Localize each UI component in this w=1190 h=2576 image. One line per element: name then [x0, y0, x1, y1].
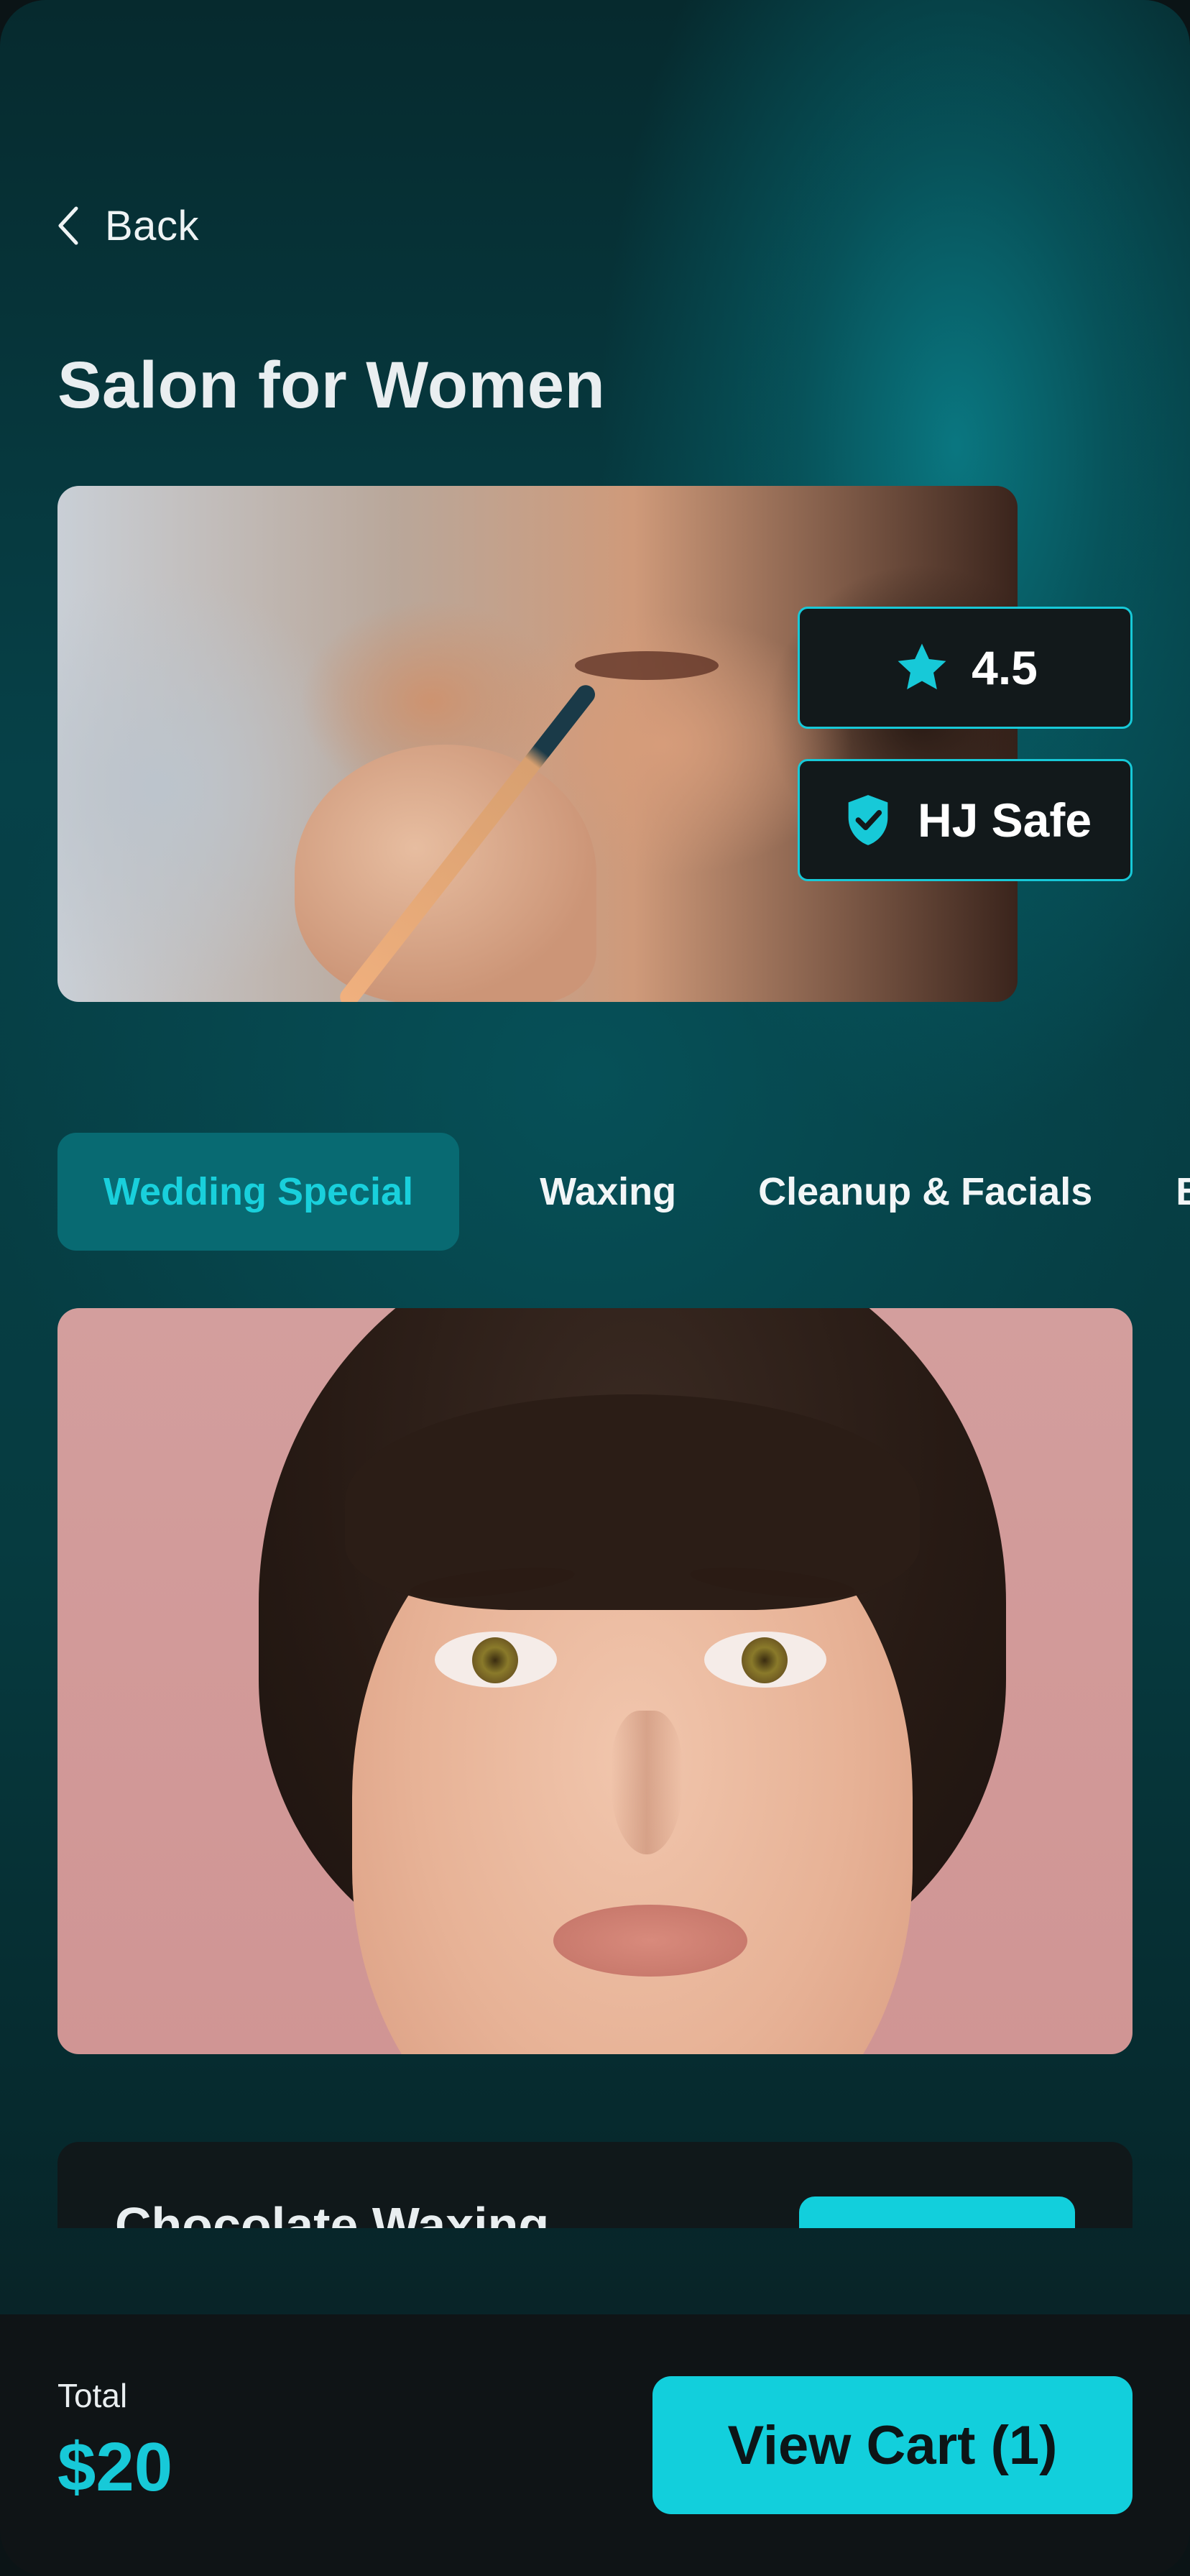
- hero-image: [57, 486, 1018, 1002]
- add-service-button[interactable]: Add: [799, 2196, 1075, 2228]
- fringe-shape: [345, 1394, 920, 1610]
- nose-shape: [611, 1711, 683, 1854]
- category-tabs: Wedding Special Waxing Cleanup & Facials…: [57, 1133, 1190, 1251]
- star-icon: [898, 643, 946, 690]
- view-cart-button[interactable]: View Cart (1): [652, 2376, 1133, 2514]
- tab-waxing[interactable]: Waxing: [540, 1133, 676, 1251]
- tab-bleach[interactable]: Bleach: [1176, 1133, 1190, 1251]
- chevron-left-icon: [58, 206, 78, 245]
- rating-badge: 4.5: [798, 607, 1133, 729]
- cart-bar: Total $20 View Cart (1): [0, 2314, 1190, 2576]
- service-image: [57, 1308, 1133, 2054]
- eye-shape: [435, 1632, 557, 1688]
- salon-screen: Back Salon for Women 4.5 HJ Safe Wedding…: [0, 0, 1190, 2576]
- back-button[interactable]: Back: [56, 196, 199, 256]
- total-value: $20: [57, 2429, 173, 2506]
- safety-label: HJ Safe: [917, 794, 1092, 847]
- lips-shape: [553, 1905, 747, 1977]
- tab-wedding-special[interactable]: Wedding Special: [57, 1133, 460, 1251]
- tab-cleanup-facials[interactable]: Cleanup & Facials: [758, 1133, 1092, 1251]
- total-label: Total: [57, 2377, 128, 2414]
- service-card-viewport: Chocolate Waxing Add: [57, 2142, 1133, 2228]
- service-card[interactable]: Chocolate Waxing Add: [57, 2142, 1133, 2228]
- page-title: Salon for Women: [57, 349, 606, 422]
- eye-shape: [575, 651, 719, 680]
- rating-value: 4.5: [972, 641, 1038, 694]
- service-name: Chocolate Waxing: [115, 2197, 550, 2228]
- back-label: Back: [105, 202, 199, 249]
- eye-shape: [704, 1632, 826, 1688]
- shield-check-icon: [848, 795, 888, 845]
- safety-badge: HJ Safe: [798, 759, 1133, 881]
